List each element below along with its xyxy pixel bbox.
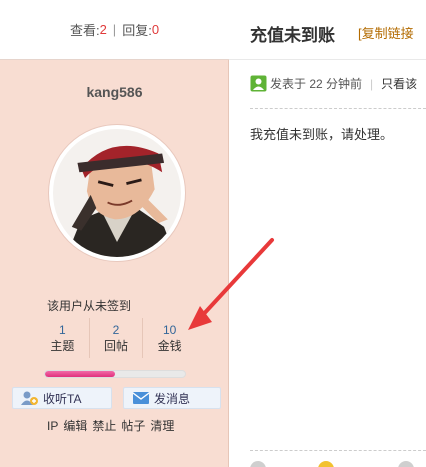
copy-link[interactable]: [复制链接 [358, 23, 414, 42]
author-counters: 1 主题 2 回帖 10 金钱 [36, 318, 196, 358]
admin-link-ip[interactable]: IP [47, 419, 58, 433]
counter-topics[interactable]: 1 主题 [36, 318, 90, 358]
footer-icon[interactable] [318, 461, 334, 467]
counter-value: 10 [163, 323, 177, 337]
admin-link-posts[interactable]: 帖子 [121, 419, 145, 433]
message-label: 发消息 [154, 391, 191, 406]
stats-separator: | [112, 22, 117, 37]
counter-label: 主题 [50, 339, 75, 353]
thread-title: 充值未到账 [250, 26, 335, 45]
envelope-icon [132, 392, 150, 404]
admin-link-clean[interactable]: 清理 [150, 419, 174, 433]
author-sidebar: 查看: 2 | 回复: 0 kang586 该用户从未签到 1 主题 2 回帖 … [0, 0, 229, 467]
admin-link-edit[interactable]: 编辑 [63, 419, 87, 433]
admin-links: IP 编辑 禁止 帖子 清理 [47, 417, 179, 434]
counter-label: 金钱 [157, 339, 182, 353]
author-username[interactable]: kang586 [0, 84, 229, 100]
admin-link-ban[interactable]: 禁止 [92, 419, 116, 433]
avatar[interactable] [49, 125, 185, 261]
counter-value: 2 [112, 323, 120, 337]
replies-count: 0 [151, 22, 160, 37]
only-author-link[interactable]: 只看该 [381, 75, 417, 92]
post-content: 我充值未到账，请处理。 [250, 127, 394, 142]
meta-divider [250, 108, 426, 109]
post-meta: 发表于 22 分钟前 | 只看该 [250, 75, 417, 92]
counter-label: 回帖 [104, 339, 129, 353]
level-progress-fill [45, 371, 115, 377]
thread-page: 查看: 2 | 回复: 0 kang586 该用户从未签到 1 主题 2 回帖 … [0, 0, 426, 467]
avatar-image [53, 129, 181, 257]
counter-money[interactable]: 10 金钱 [143, 318, 196, 358]
follow-label: 收听TA [43, 391, 82, 406]
header-divider [229, 59, 426, 60]
meta-separator: | [370, 76, 374, 91]
follow-user-icon [21, 391, 38, 405]
counter-value: 1 [58, 323, 66, 337]
level-progress-bar [44, 370, 186, 378]
user-online-icon [250, 75, 267, 92]
footer-icon[interactable] [250, 461, 266, 467]
views-count: 2 [99, 22, 107, 37]
posted-time: 发表于 22 分钟前 [270, 77, 363, 91]
sign-status: 该用户从未签到 [47, 299, 132, 313]
replies-label: 回复: [122, 23, 152, 38]
thread-stats: 查看: 2 | 回复: 0 [0, 0, 229, 60]
counter-replies[interactable]: 2 回帖 [90, 318, 144, 358]
send-message-button[interactable]: 发消息 [123, 387, 221, 409]
views-label: 查看: [69, 23, 100, 38]
post-footer-divider [250, 450, 426, 451]
follow-button[interactable]: 收听TA [12, 387, 112, 409]
footer-icon[interactable] [398, 461, 414, 467]
